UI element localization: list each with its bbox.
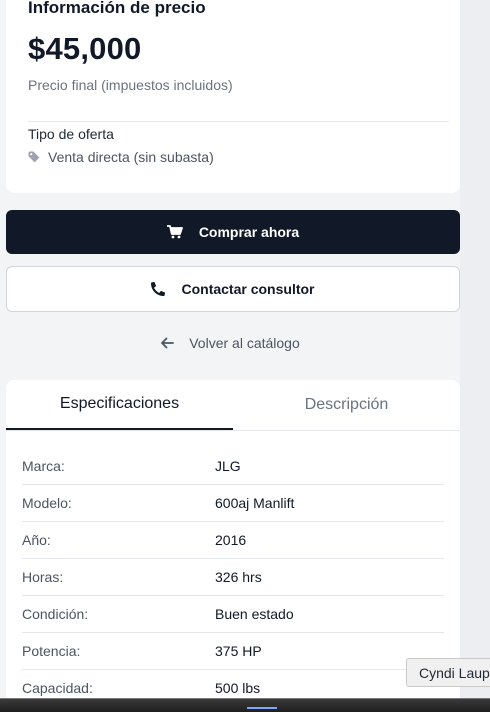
spec-value: 500 lbs	[215, 679, 261, 696]
spec-key: Año:	[22, 531, 51, 548]
back-to-catalog-link[interactable]: Volver al catálogo	[0, 335, 490, 351]
spec-value: Buen estado	[215, 605, 294, 622]
tab-specifications[interactable]: Especificaciones	[6, 380, 233, 430]
spec-key: Modelo:	[22, 494, 72, 511]
tab-description[interactable]: Descripción	[233, 380, 460, 430]
contact-consultant-label: Contactar consultor	[181, 281, 315, 297]
spec-row-hours: Horas: 326 hrs	[22, 558, 444, 596]
spec-row-brand: Marca: JLG	[22, 447, 444, 485]
spec-key: Potencia:	[22, 642, 81, 659]
price-info-title: Información de precio	[28, 0, 206, 17]
tag-icon	[28, 151, 40, 163]
details-tabs: Especificaciones Descripción	[6, 380, 460, 431]
page-scrollbar[interactable]	[460, 0, 490, 711]
contact-consultant-button[interactable]: Contactar consultor	[6, 266, 460, 312]
cart-icon	[166, 225, 183, 239]
price-amount: $45,000	[28, 31, 142, 66]
price-info-card: Información de precio $45,000 Precio fin…	[6, 0, 460, 193]
offer-type-value: Venta directa (sin subasta)	[48, 149, 214, 165]
buy-now-button[interactable]: Comprar ahora	[6, 210, 460, 254]
spec-row-power: Potencia: 375 HP	[22, 632, 444, 670]
spec-value: 375 HP	[215, 642, 262, 659]
offer-type-row: Venta directa (sin subasta)	[28, 149, 214, 165]
spec-value: 600aj Manlift	[215, 494, 295, 511]
tooltip: Cyndi Laup	[406, 658, 490, 687]
spec-row-condition: Condición: Buen estado	[22, 595, 444, 633]
phone-icon	[151, 282, 166, 296]
offer-type-label: Tipo de oferta	[28, 126, 114, 142]
arrow-left-icon	[161, 337, 175, 349]
spec-value: 326 hrs	[215, 568, 262, 585]
buy-now-label: Comprar ahora	[198, 224, 300, 240]
spec-value: 2016	[215, 531, 247, 548]
details-card: Especificaciones Descripción Marca: JLG …	[6, 380, 460, 711]
spec-key: Marca:	[22, 457, 65, 474]
spec-key: Condición:	[22, 605, 89, 622]
back-to-catalog-label: Volver al catálogo	[189, 335, 300, 351]
spec-key: Horas:	[22, 568, 64, 585]
price-note: Precio final (impuestos incluidos)	[28, 77, 233, 93]
price-divider	[28, 121, 449, 122]
taskbar	[0, 698, 490, 712]
spec-value: JLG	[215, 457, 241, 474]
spec-key: Capacidad:	[22, 679, 93, 696]
spec-row-year: Año: 2016	[22, 521, 444, 559]
taskbar-active-indicator	[247, 707, 277, 709]
spec-row-model: Modelo: 600aj Manlift	[22, 484, 444, 522]
